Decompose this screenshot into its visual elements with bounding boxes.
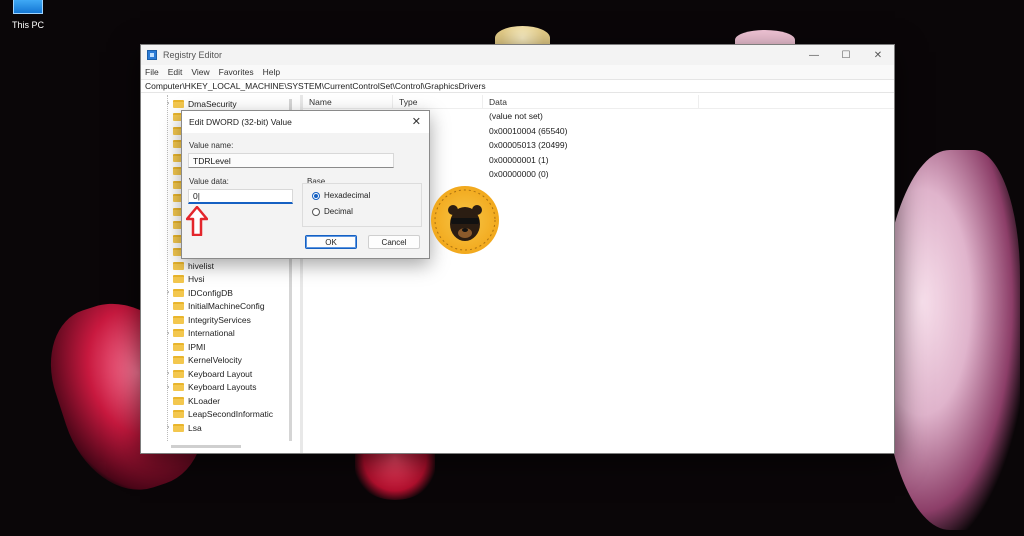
radio-decimal[interactable]: Decimal [312, 207, 353, 216]
address-bar[interactable]: Computer\HKEY_LOCAL_MACHINE\SYSTEM\Curre… [141, 79, 894, 93]
tree-item[interactable]: › IDConfigDB [167, 286, 273, 300]
tree-item-label: IntegrityServices [188, 314, 251, 325]
tree-item[interactable]: hivelist [173, 259, 273, 273]
folder-icon [173, 261, 184, 270]
radio-unselected-icon [312, 207, 320, 216]
folder-icon [173, 383, 184, 392]
dialog-title-bar[interactable]: Edit DWORD (32-bit) Value ✕ [182, 111, 429, 133]
value-data-cell: 0x00000001 (1) [489, 154, 549, 165]
computer-icon [13, 0, 43, 14]
tree-item-label: DmaSecurity [188, 98, 237, 109]
menu-file[interactable]: File [145, 67, 159, 77]
tree-item-label: LeapSecondInformatic [188, 409, 274, 420]
tree-item[interactable]: InitialMachineConfig [173, 300, 273, 314]
folder-icon [173, 423, 184, 432]
tree-item-label: KLoader [188, 395, 221, 406]
tree-item[interactable]: › DmaSecurity [167, 97, 273, 111]
menu-view[interactable]: View [191, 67, 209, 77]
title-bar[interactable]: Registry Editor — ☐ ✕ [141, 45, 894, 65]
tree-item[interactable]: Hvsi [173, 273, 273, 287]
folder-icon [173, 342, 184, 351]
value-data-cell: 0x00005013 (20499) [489, 140, 568, 151]
wallpaper-shape [880, 150, 1020, 530]
tree-item-label: Hvsi [188, 274, 205, 285]
value-data-cell: 0x00000000 (0) [489, 169, 549, 180]
tree-item[interactable]: IntegrityServices [173, 313, 273, 327]
tree-horizontal-scrollbar[interactable] [171, 445, 241, 448]
tree-item[interactable]: LeapSecondInformatic [173, 408, 273, 422]
tree-item[interactable]: › Keyboard Layout [167, 367, 273, 381]
tree-item[interactable]: › Lsa [167, 421, 273, 435]
base-group [302, 183, 422, 227]
column-header-name[interactable]: Name [303, 95, 393, 108]
tree-item-label: Keyboard Layout [188, 368, 253, 379]
value-data-cell: 0x00010004 (65540) [489, 125, 568, 136]
value-data-label: Value data: [189, 177, 229, 186]
bear-logo-icon [434, 189, 496, 251]
tree-item-label: IDConfigDB [188, 287, 233, 298]
folder-icon [173, 396, 184, 405]
folder-icon [173, 369, 184, 378]
dialog-close-icon[interactable]: ✕ [412, 115, 421, 128]
tree-item-label: KernelVelocity [188, 355, 242, 366]
tree-item-label: hivelist [188, 260, 214, 271]
tree-item[interactable]: › Keyboard Layouts [167, 381, 273, 395]
value-data-input[interactable]: 0| [188, 189, 293, 204]
folder-icon [173, 99, 184, 108]
radio-selected-icon [312, 191, 320, 200]
radio-decimal-label: Decimal [324, 207, 353, 216]
expand-chevron-icon[interactable]: › [163, 100, 173, 107]
tree-item[interactable]: IPMI [173, 340, 273, 354]
window-controls: — ☐ ✕ [798, 45, 894, 65]
column-header-data[interactable]: Data [483, 95, 699, 108]
folder-icon [173, 315, 184, 324]
cancel-button[interactable]: Cancel [368, 235, 420, 249]
expand-chevron-icon[interactable]: › [163, 424, 173, 431]
radio-hexadecimal[interactable]: Hexadecimal [312, 191, 370, 200]
folder-icon [173, 288, 184, 297]
tree-item-label: Lsa [188, 422, 202, 433]
menu-favorites[interactable]: Favorites [219, 67, 254, 77]
tree-item[interactable]: › International [167, 327, 273, 341]
desktop-icon-this-pc[interactable]: This PC [8, 0, 48, 30]
annotation-arrow-up-icon [186, 206, 208, 236]
column-header-type[interactable]: Type [393, 95, 483, 108]
value-data-cell: (value not set) [489, 111, 543, 122]
tree-item-label: InitialMachineConfig [188, 301, 265, 312]
folder-icon [173, 410, 184, 419]
list-header: Name Type Data [303, 95, 894, 109]
folder-icon [173, 275, 184, 284]
expand-chevron-icon[interactable]: › [163, 370, 173, 377]
desktop-icon-label: This PC [11, 20, 44, 30]
watermark-logo [431, 186, 499, 254]
menu-edit[interactable]: Edit [168, 67, 183, 77]
window-title: Registry Editor [163, 50, 223, 60]
edit-dword-dialog: Edit DWORD (32-bit) Value ✕ Value name: … [181, 110, 430, 259]
menu-help[interactable]: Help [263, 67, 280, 77]
value-name-label: Value name: [189, 141, 234, 150]
value-name-field[interactable]: TDRLevel [188, 153, 394, 168]
minimize-button[interactable]: — [798, 45, 830, 65]
tree-item[interactable]: KLoader [173, 394, 273, 408]
tree-item-label: International [188, 328, 235, 339]
tree-item[interactable]: KernelVelocity [173, 354, 273, 368]
dialog-title: Edit DWORD (32-bit) Value [189, 117, 292, 127]
ok-button[interactable]: OK [305, 235, 357, 249]
registry-app-icon [147, 50, 157, 60]
expand-chevron-icon[interactable]: › [163, 330, 173, 337]
expand-chevron-icon[interactable]: › [163, 384, 173, 391]
folder-icon [173, 329, 184, 338]
close-button[interactable]: ✕ [862, 45, 894, 65]
radio-hexadecimal-label: Hexadecimal [324, 191, 371, 200]
expand-chevron-icon[interactable]: › [163, 289, 173, 296]
tree-item-label: IPMI [188, 341, 206, 352]
folder-icon [173, 302, 184, 311]
maximize-button[interactable]: ☐ [830, 45, 862, 65]
menu-bar: File Edit View Favorites Help [141, 65, 894, 79]
tree-item-label: Keyboard Layouts [188, 382, 257, 393]
folder-icon [173, 356, 184, 365]
